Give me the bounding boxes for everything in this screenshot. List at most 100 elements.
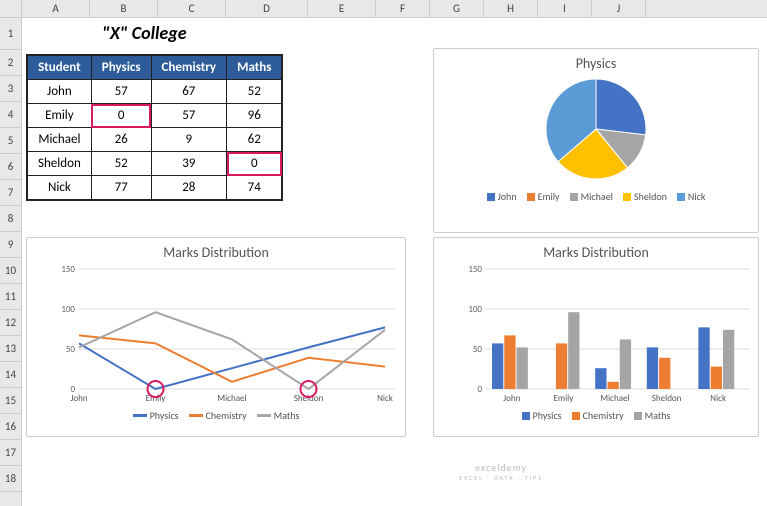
table-row[interactable]: John576752	[27, 80, 282, 104]
svg-text:Sheldon: Sheldon	[652, 393, 682, 404]
row-3[interactable]: 3	[0, 76, 21, 102]
col-b[interactable]: B	[90, 0, 158, 17]
bar-plot: 150 100 50 0 John Emily Michael Sheldon Nick	[462, 265, 750, 405]
row-18[interactable]: 18	[0, 466, 21, 492]
bar-chart[interactable]: Marks Distribution 150 100 50 0 John Emily Mic…	[433, 237, 759, 437]
svg-text:Sheldon: Sheldon	[294, 393, 324, 404]
pie-plot	[521, 74, 671, 184]
row-4[interactable]: 4	[0, 102, 21, 128]
cell-physics[interactable]: 57	[91, 80, 151, 104]
chart-title: Physics	[434, 49, 758, 74]
legend-item: Maths	[634, 409, 671, 422]
row-6[interactable]: 6	[0, 154, 21, 180]
cell-student[interactable]: John	[27, 80, 91, 104]
row-13[interactable]: 13	[0, 336, 21, 362]
table-header[interactable]: Chemistry	[151, 55, 227, 80]
cell-maths[interactable]: 52	[227, 80, 283, 104]
table-row[interactable]: Nick772874	[27, 176, 282, 201]
cell-physics[interactable]: 26	[91, 128, 151, 152]
line-plot: 150100500JohnEmilyMichaelSheldonNick	[55, 265, 395, 405]
legend-item: Chemistry	[572, 409, 624, 422]
table-row[interactable]: Sheldon52390	[27, 152, 282, 176]
line-legend: Physics Chemistry Maths	[27, 403, 405, 428]
row-2[interactable]: 2	[0, 50, 21, 76]
svg-text:John: John	[70, 393, 87, 404]
svg-text:Emily: Emily	[554, 393, 575, 404]
chart-title: Marks Distribution	[27, 238, 405, 263]
row-9[interactable]: 9	[0, 232, 21, 258]
table-row[interactable]: Emily05796	[27, 104, 282, 128]
table-header[interactable]: Physics	[91, 55, 151, 80]
cell-chemistry[interactable]: 39	[151, 152, 227, 176]
legend-item: Physics	[133, 409, 179, 422]
row-1[interactable]: 1	[0, 18, 21, 50]
cell-physics[interactable]: 77	[91, 176, 151, 201]
row-11[interactable]: 11	[0, 284, 21, 310]
cell-student[interactable]: Emily	[27, 104, 91, 128]
svg-text:150: 150	[468, 265, 482, 275]
svg-text:John: John	[503, 393, 520, 404]
cell-physics[interactable]: 52	[91, 152, 151, 176]
page-title: "X" College	[102, 22, 187, 44]
cell-maths[interactable]: 62	[227, 128, 283, 152]
col-h[interactable]: H	[484, 0, 538, 17]
col-g[interactable]: G	[430, 0, 484, 17]
col-f[interactable]: F	[376, 0, 430, 17]
col-e[interactable]: E	[308, 0, 376, 17]
svg-text:Nick: Nick	[710, 393, 726, 404]
legend-item: John	[487, 190, 517, 203]
svg-text:Michael: Michael	[217, 393, 246, 404]
line-chart[interactable]: Marks Distribution 150100500JohnEmilyMic…	[26, 237, 406, 437]
svg-text:50: 50	[66, 344, 76, 355]
table-header[interactable]: Maths	[227, 55, 283, 80]
column-headers[interactable]: A B C D E F G H I J	[0, 0, 767, 18]
pie-legend: JohnEmilyMichaelSheldonNick	[434, 184, 758, 209]
legend-item: Nick	[677, 190, 706, 203]
row-7[interactable]: 7	[0, 180, 21, 206]
svg-text:50: 50	[473, 344, 483, 355]
legend-item: Sheldon	[623, 190, 667, 203]
row-16[interactable]: 16	[0, 414, 21, 440]
row-5[interactable]: 5	[0, 128, 21, 154]
svg-text:100: 100	[468, 304, 482, 315]
cell-maths[interactable]: 0	[227, 152, 283, 176]
legend-item: Chemistry	[189, 409, 247, 422]
cell-maths[interactable]: 96	[227, 104, 283, 128]
svg-text:Nick: Nick	[377, 393, 393, 404]
col-d[interactable]: D	[226, 0, 308, 17]
cell-student[interactable]: Sheldon	[27, 152, 91, 176]
cell-chemistry[interactable]: 57	[151, 104, 227, 128]
col-j[interactable]: J	[592, 0, 646, 17]
row-14[interactable]: 14	[0, 362, 21, 388]
col-i[interactable]: I	[538, 0, 592, 17]
cell-student[interactable]: Nick	[27, 176, 91, 201]
svg-text:Michael: Michael	[600, 393, 629, 404]
cell-physics[interactable]: 0	[91, 104, 151, 128]
col-c[interactable]: C	[158, 0, 226, 17]
table-header[interactable]: Student	[27, 55, 91, 80]
chart-title: Marks Distribution	[434, 238, 758, 263]
col-a[interactable]: A	[22, 0, 90, 17]
row-12[interactable]: 12	[0, 310, 21, 336]
svg-text:100: 100	[61, 304, 75, 315]
table-row[interactable]: Michael26962	[27, 128, 282, 152]
watermark: exceldemyEXCEL · DATA · TIPS	[459, 461, 543, 482]
cell-student[interactable]: Michael	[27, 128, 91, 152]
cell-maths[interactable]: 74	[227, 176, 283, 201]
legend-item: Maths	[257, 409, 300, 422]
row-15[interactable]: 15	[0, 388, 21, 414]
svg-text:150: 150	[61, 265, 75, 275]
bar-legend: Physics Chemistry Maths	[434, 403, 758, 428]
pie-chart[interactable]: Physics JohnEmilyMichaelSheldonNick	[433, 48, 759, 233]
cell-chemistry[interactable]: 28	[151, 176, 227, 201]
legend-item: Physics	[522, 409, 562, 422]
row-8[interactable]: 8	[0, 206, 21, 232]
cell-chemistry[interactable]: 67	[151, 80, 227, 104]
svg-text:0: 0	[477, 384, 482, 395]
data-table[interactable]: StudentPhysicsChemistryMaths John576752E…	[26, 54, 283, 201]
row-17[interactable]: 17	[0, 440, 21, 466]
row-headers[interactable]: 123456789101112131415161718	[0, 18, 22, 506]
worksheet-area[interactable]: "X" College StudentPhysicsChemistryMaths…	[22, 18, 767, 506]
cell-chemistry[interactable]: 9	[151, 128, 227, 152]
row-10[interactable]: 10	[0, 258, 21, 284]
